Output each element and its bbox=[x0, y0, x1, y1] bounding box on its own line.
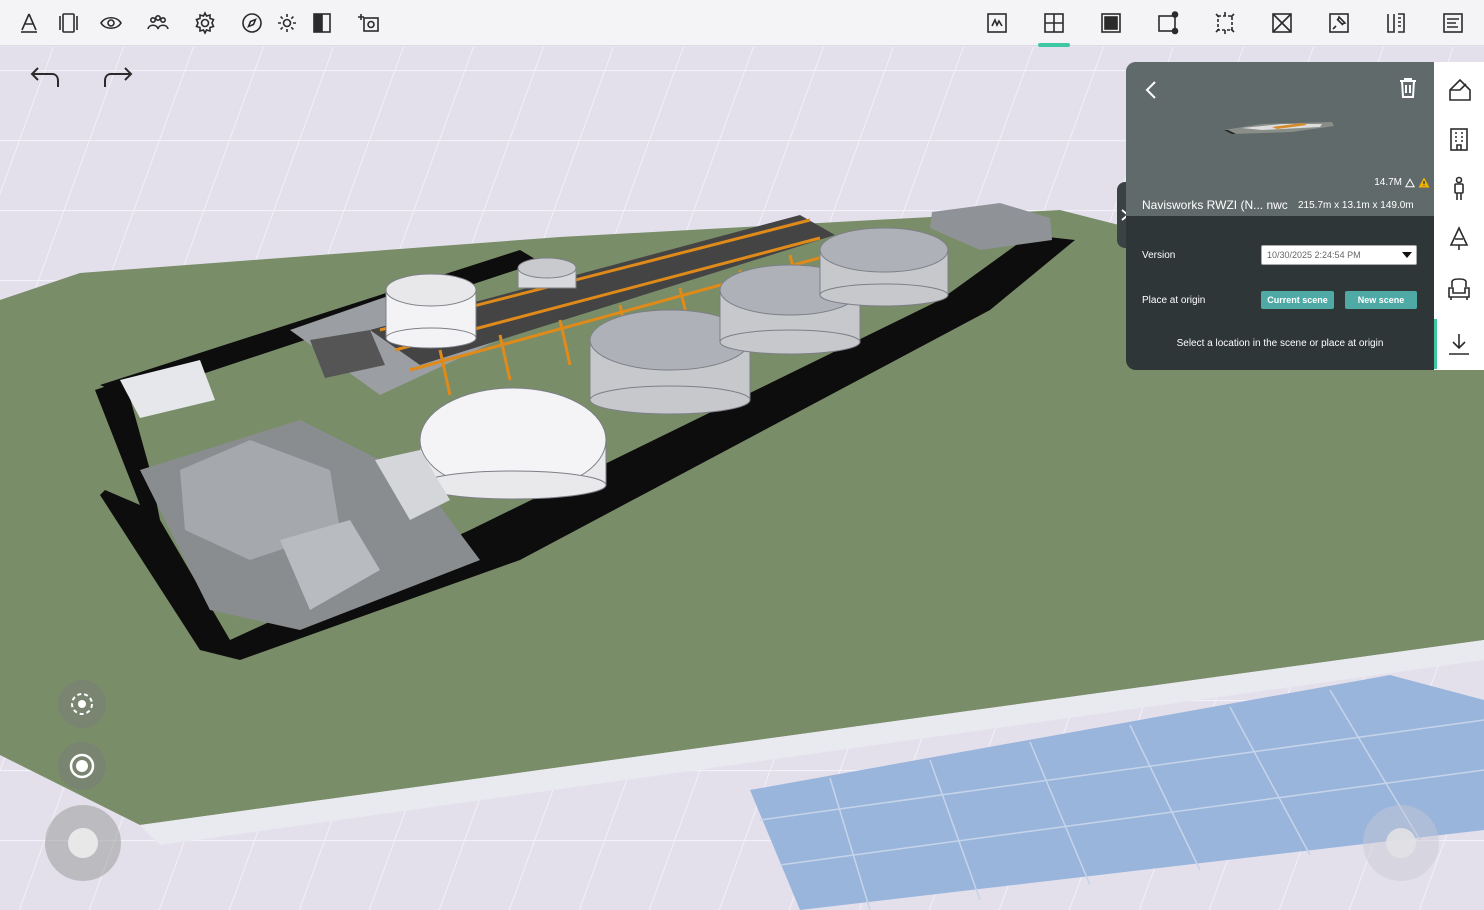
furniture-icon bbox=[1448, 278, 1470, 300]
file-size: 14.7M bbox=[1374, 177, 1402, 188]
undo-button[interactable] bbox=[25, 60, 65, 94]
look-joystick[interactable] bbox=[1363, 805, 1439, 881]
move-joystick[interactable] bbox=[45, 805, 121, 881]
settings-icon[interactable] bbox=[189, 7, 221, 39]
delete-button[interactable] bbox=[1396, 76, 1420, 102]
pin-icon[interactable] bbox=[1323, 7, 1355, 39]
camera-icon[interactable] bbox=[353, 7, 385, 39]
shapes-button[interactable] bbox=[1434, 64, 1484, 114]
material-icon[interactable] bbox=[1095, 7, 1127, 39]
building-button[interactable] bbox=[1434, 114, 1484, 164]
place-at-origin-label: Place at origin bbox=[1142, 295, 1206, 306]
undo-icon bbox=[30, 67, 59, 87]
orbit-icon bbox=[71, 693, 93, 715]
sketch-mode-icon[interactable] bbox=[981, 7, 1013, 39]
target-icon bbox=[69, 753, 95, 779]
navigation-icon[interactable] bbox=[236, 7, 268, 39]
model-import-panel: 14.7M Navisworks RWZI (N... nwc 215.7m x… bbox=[1126, 62, 1434, 370]
chevron-left-icon bbox=[1145, 81, 1156, 99]
placement-hint: Select a location in the scene or place … bbox=[1176, 338, 1384, 349]
tree-icon bbox=[1449, 226, 1469, 250]
measure-icon[interactable] bbox=[13, 7, 45, 39]
model-dimensions: 215.7m x 13.1m x 149.0m bbox=[1298, 200, 1414, 211]
model-preview: 14.7M Navisworks RWZI (N... nwc 215.7m x… bbox=[1126, 62, 1434, 216]
model-thumbnail bbox=[1224, 122, 1334, 134]
warning-icon[interactable] bbox=[1418, 177, 1430, 188]
new-scene-button[interactable]: New scene bbox=[1345, 291, 1417, 309]
active-rail-indicator bbox=[1434, 319, 1437, 369]
focus-button[interactable] bbox=[58, 742, 106, 790]
add-object-icon[interactable] bbox=[1038, 7, 1070, 47]
trash-icon bbox=[1400, 78, 1416, 98]
building-icon bbox=[1450, 128, 1468, 151]
transform-icon[interactable] bbox=[1152, 7, 1184, 39]
scale-icon[interactable] bbox=[1209, 7, 1241, 39]
person-button[interactable] bbox=[1434, 164, 1484, 214]
section-box-icon[interactable] bbox=[1266, 7, 1298, 39]
properties-icon[interactable] bbox=[1437, 7, 1469, 39]
model-name: Navisworks RWZI (N... nwc bbox=[1142, 198, 1288, 212]
file-size-readout: 14.7M bbox=[1374, 177, 1430, 188]
orbit-button[interactable] bbox=[58, 680, 106, 728]
measure-ruler-icon[interactable] bbox=[1380, 7, 1412, 39]
joystick-knob[interactable] bbox=[1386, 828, 1416, 858]
chevron-down-icon bbox=[1402, 252, 1412, 258]
redo-button[interactable] bbox=[98, 60, 138, 94]
import-button[interactable] bbox=[1434, 319, 1484, 369]
triangle-outline-icon bbox=[1405, 177, 1415, 187]
version-select[interactable]: 10/30/2025 2:24:54 PM bbox=[1261, 245, 1417, 265]
lighting-icon[interactable] bbox=[271, 7, 303, 39]
shapes-icon bbox=[1449, 78, 1471, 101]
import-icon bbox=[1449, 334, 1469, 355]
category-rail bbox=[1434, 62, 1484, 370]
person-icon bbox=[1454, 176, 1464, 200]
back-button[interactable] bbox=[1140, 78, 1164, 102]
redo-icon bbox=[104, 67, 133, 87]
joystick-knob[interactable] bbox=[68, 828, 98, 858]
views-icon[interactable] bbox=[52, 7, 84, 39]
version-value: 10/30/2025 2:24:54 PM bbox=[1267, 250, 1361, 260]
current-scene-button[interactable]: Current scene bbox=[1261, 291, 1334, 309]
top-toolbar bbox=[0, 0, 1484, 47]
visibility-icon[interactable] bbox=[95, 7, 127, 39]
version-label: Version bbox=[1142, 250, 1176, 261]
tree-button[interactable] bbox=[1434, 214, 1484, 264]
section-icon[interactable] bbox=[306, 7, 338, 39]
collaborate-icon[interactable] bbox=[142, 7, 174, 39]
furniture-button[interactable] bbox=[1434, 264, 1484, 314]
